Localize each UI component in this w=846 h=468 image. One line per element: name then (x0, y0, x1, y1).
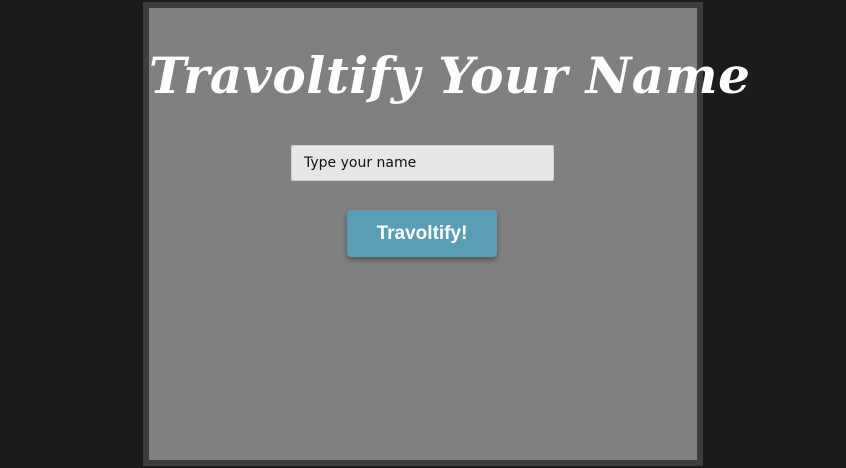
travoltify-button[interactable]: Travoltify! (347, 210, 497, 257)
page-title: Travoltify Your Name (149, 46, 751, 105)
app-frame: Travoltify Your Name Travoltify! (143, 2, 751, 466)
main-panel: Travoltify Your Name Travoltify! (149, 8, 751, 460)
name-input[interactable] (291, 145, 554, 181)
